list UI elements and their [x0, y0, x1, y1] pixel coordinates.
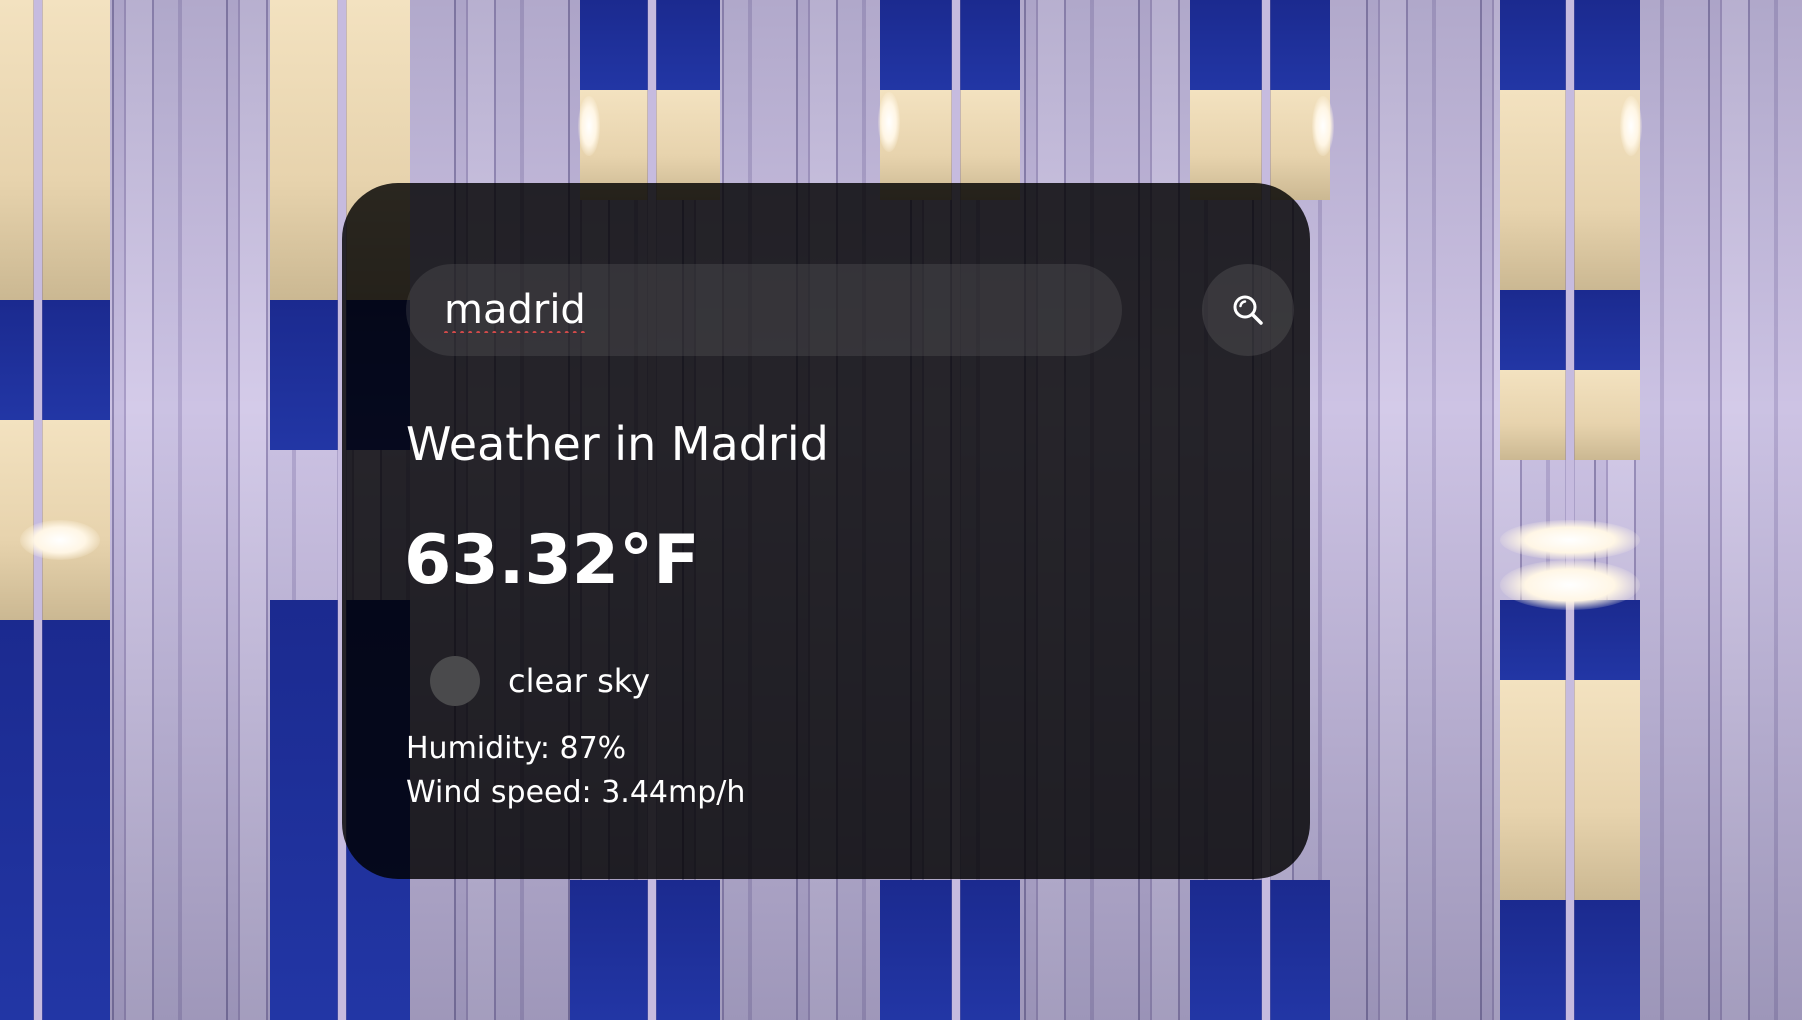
background-window [570, 880, 720, 1020]
background-mullion [1566, 0, 1574, 1020]
background-window [0, 0, 110, 300]
search-button[interactable] [1202, 264, 1294, 356]
search-icon [1233, 295, 1263, 325]
wind-speed-text: Wind speed: 3.44mp/h [406, 775, 746, 810]
weather-description-row: clear sky [430, 655, 650, 707]
background-window [880, 880, 1020, 1020]
background-window [0, 300, 110, 420]
background-light [578, 96, 600, 156]
background-window [0, 620, 110, 1020]
weather-card: Weather in Madrid 63.32°F clear sky Humi… [342, 183, 1310, 879]
background-light [1312, 96, 1334, 156]
weather-condition-icon [430, 656, 480, 706]
city-title: Weather in Madrid [406, 417, 829, 471]
humidity-text: Humidity: 87% [406, 731, 627, 766]
background-light [1500, 560, 1640, 610]
background-mullion [34, 0, 42, 1020]
search-bar [406, 264, 1294, 356]
search-box[interactable] [406, 264, 1122, 356]
background-window [880, 0, 1020, 90]
temperature: 63.32°F [404, 521, 700, 600]
background-light [878, 92, 900, 152]
weather-description: clear sky [508, 662, 651, 700]
background-light [1500, 520, 1640, 560]
background-light [1620, 96, 1642, 156]
search-input[interactable] [444, 280, 1084, 340]
background-light [20, 520, 100, 560]
background-window [1190, 0, 1330, 90]
background-window [1190, 880, 1330, 1020]
